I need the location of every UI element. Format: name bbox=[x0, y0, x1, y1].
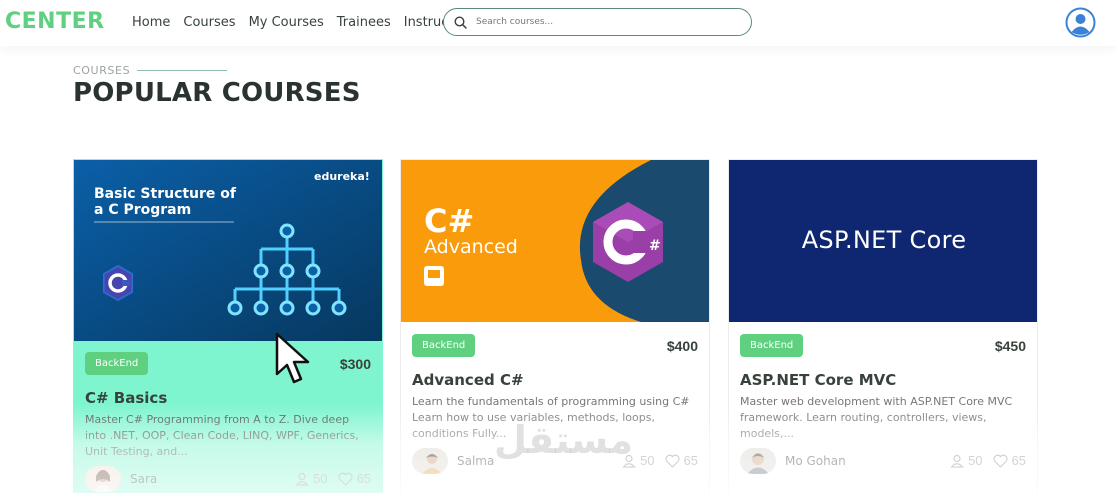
students-count: 50 bbox=[313, 471, 328, 486]
category-badge: BackEnd bbox=[740, 334, 804, 357]
likes-count: 65 bbox=[356, 471, 371, 486]
thumbnail-heading: Basic Structure of a C Program bbox=[94, 186, 237, 218]
trainer-name: Mo Gohan bbox=[785, 454, 846, 468]
nav-links: Home Courses My Courses Trainees Instruc… bbox=[132, 15, 474, 30]
students-icon bbox=[950, 454, 964, 468]
course-thumbnail[interactable]: # C# Advanced bbox=[401, 160, 709, 322]
category-badge: BackEnd bbox=[85, 352, 149, 375]
thumbnail-heading: C# bbox=[424, 202, 475, 240]
trainer-profile[interactable]: Sara bbox=[85, 466, 157, 492]
thumbnail-brand: edureka! bbox=[314, 170, 370, 183]
students-icon bbox=[295, 472, 309, 486]
course-price: $400 bbox=[666, 338, 698, 354]
course-stats: 50 65 bbox=[950, 453, 1026, 468]
thumbnail-heading: ASP.NET Core bbox=[801, 226, 967, 254]
section-label: COURSES bbox=[73, 64, 131, 77]
heart-icon[interactable] bbox=[664, 454, 680, 468]
trainer-profile[interactable]: Salma bbox=[412, 448, 494, 474]
thumbnail-subheading: Advanced bbox=[424, 236, 518, 258]
search-icon bbox=[454, 15, 467, 29]
trainer-avatar bbox=[740, 448, 776, 474]
course-title[interactable]: C# Basics bbox=[85, 389, 167, 407]
search-bar[interactable] bbox=[443, 8, 752, 36]
course-price: $300 bbox=[339, 356, 371, 372]
brand-logo[interactable]: CENTER bbox=[5, 9, 105, 34]
mouse-cursor-icon bbox=[275, 332, 310, 384]
user-avatar-icon[interactable] bbox=[1065, 7, 1096, 38]
course-title[interactable]: ASP.NET Core MVC bbox=[740, 371, 896, 389]
course-price: $450 bbox=[994, 338, 1026, 354]
course-description: Master web development with ASP.NET Core… bbox=[740, 395, 1013, 440]
nav-trainees[interactable]: Trainees bbox=[337, 15, 391, 30]
page-title: POPULAR COURSES bbox=[73, 78, 361, 108]
course-card-csharp-basics[interactable]: Basic Structure of a C Program edureka! … bbox=[73, 159, 383, 493]
category-badge: BackEnd bbox=[412, 334, 476, 357]
heart-icon[interactable] bbox=[337, 472, 353, 486]
students-count: 50 bbox=[968, 453, 983, 468]
nav-courses[interactable]: Courses bbox=[183, 15, 235, 30]
likes-count: 65 bbox=[1011, 453, 1026, 468]
search-input[interactable] bbox=[476, 17, 726, 27]
nav-my-courses[interactable]: My Courses bbox=[249, 15, 324, 30]
trainer-name: Salma bbox=[457, 454, 495, 468]
trainer-avatar bbox=[412, 448, 448, 474]
svg-text:#: # bbox=[649, 238, 661, 254]
course-thumbnail[interactable]: Basic Structure of a C Program edureka! bbox=[74, 160, 382, 341]
course-thumbnail[interactable]: ASP.NET Core bbox=[729, 160, 1037, 322]
likes-count: 65 bbox=[683, 453, 698, 468]
section-divider bbox=[137, 70, 227, 71]
course-title[interactable]: Advanced C# bbox=[412, 371, 524, 389]
trainer-name: Sara bbox=[130, 472, 158, 486]
course-description: Master C# Programming from A to Z. Dive … bbox=[85, 413, 359, 458]
heart-icon[interactable] bbox=[992, 454, 1008, 468]
students-count: 50 bbox=[640, 453, 655, 468]
trainer-profile[interactable]: Mo Gohan bbox=[740, 448, 846, 474]
navbar: CENTER Home Courses My Courses Trainees … bbox=[0, 0, 1116, 46]
course-stats: 50 65 bbox=[295, 471, 371, 486]
nav-home[interactable]: Home bbox=[132, 15, 170, 30]
course-card-aspnet-core-mvc[interactable]: ASP.NET Core BackEnd $450 ASP.NET Core M… bbox=[728, 159, 1038, 493]
course-stats: 50 65 bbox=[622, 453, 698, 468]
trainer-avatar bbox=[85, 466, 121, 492]
watermark: مستقل bbox=[494, 418, 633, 462]
